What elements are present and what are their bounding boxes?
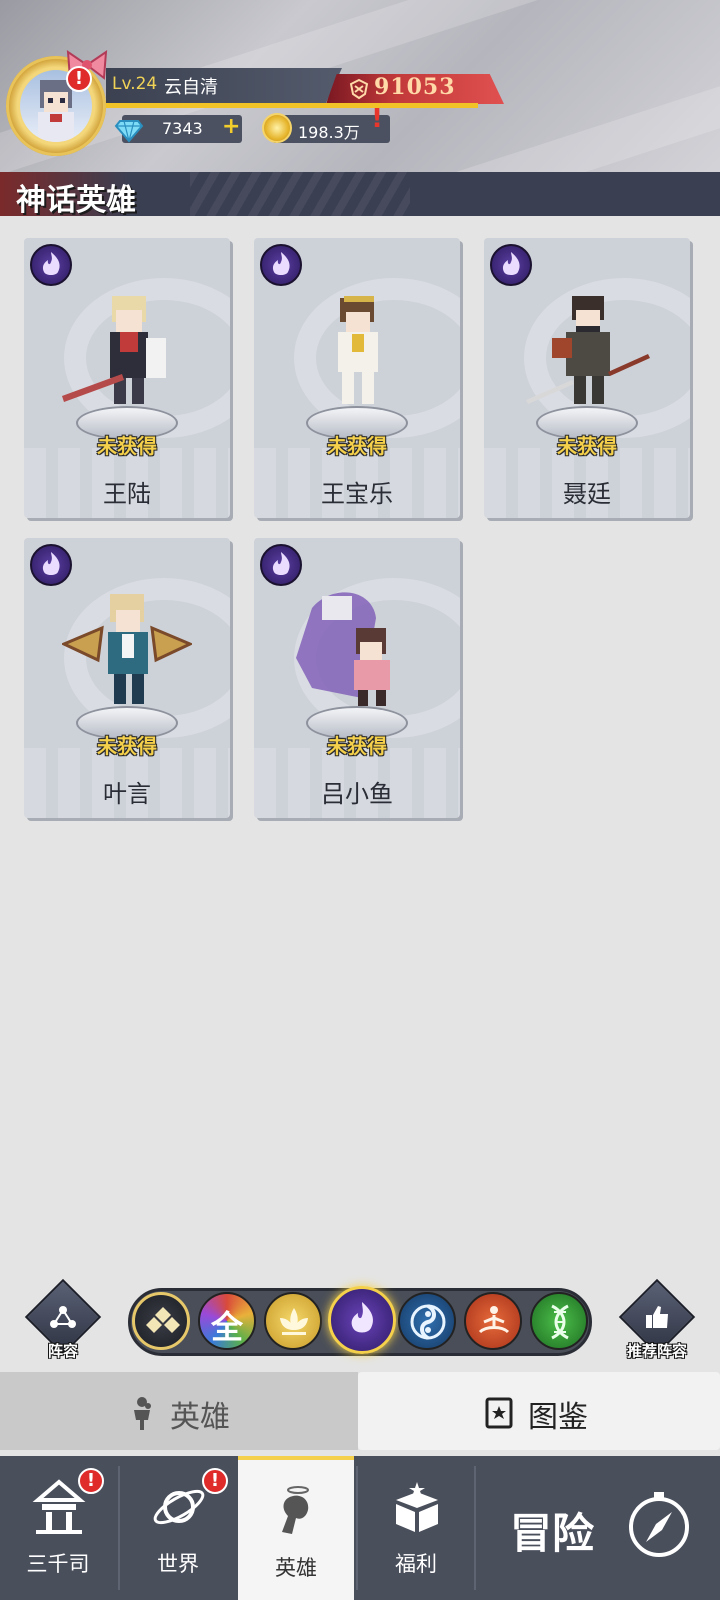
section-title: 神话英雄 (16, 183, 136, 218)
lotus-icon (280, 1308, 308, 1335)
hero-name: 王陆 (103, 480, 151, 508)
hero-sprite (62, 594, 192, 704)
player-avatar[interactable] (6, 50, 108, 156)
tab-codex[interactable]: 图鉴 (358, 1372, 720, 1450)
star-book-icon (485, 1397, 513, 1429)
gold-value: 198.3万 (298, 123, 360, 142)
meditation-icon (478, 1306, 510, 1334)
dna-icon (551, 1304, 569, 1340)
mythic-element-icon (260, 244, 302, 286)
tab-heroes-label: 英雄 (170, 1400, 230, 1435)
power-underline (106, 103, 478, 108)
mythic-element-icon (30, 544, 72, 586)
filter-all[interactable]: 全 (198, 1292, 256, 1350)
filter-basic[interactable] (132, 1292, 190, 1350)
filter-dna[interactable] (530, 1292, 588, 1350)
gold-coin-icon (262, 113, 292, 143)
diamond-icon (114, 120, 144, 143)
yin-yang-swirl-icon (410, 1304, 446, 1340)
hero-name: 吕小鱼 (321, 780, 393, 808)
hero-figure-icon (134, 1397, 151, 1430)
hero-sprite (526, 296, 650, 404)
hero-name: 王宝乐 (321, 480, 393, 508)
nav-item-heroes-active[interactable]: 英雄 (238, 1456, 354, 1600)
nav-alert-badge: ! (202, 1468, 228, 1494)
tab-heroes[interactable]: 英雄 (0, 1372, 358, 1450)
filter-mythic-selected[interactable] (328, 1286, 396, 1354)
hero-status: 未获得 (327, 734, 387, 758)
gold-alert-icon: ! (371, 104, 383, 134)
recommended-label: 推荐阵容 (626, 1342, 687, 1360)
thumbs-up-icon (646, 1306, 668, 1328)
nav-item-sanqiansi[interactable]: 三千司 ! (0, 1456, 116, 1600)
adventure-button[interactable]: 冒险 (476, 1456, 720, 1600)
player-level: Lv.24 (112, 74, 158, 94)
nav-label: 世界 (157, 1552, 199, 1576)
planet-icon (153, 1489, 205, 1525)
section-header: 神话英雄 (0, 172, 720, 218)
hero-status: 未获得 (97, 734, 157, 758)
mythic-element-icon (490, 244, 532, 286)
hero-name: 聂廷 (563, 480, 611, 508)
player-namebar: Lv.24 云自清 (106, 68, 342, 104)
mythic-element-icon (30, 244, 72, 286)
nav-item-welfare[interactable]: 福利 (358, 1456, 474, 1600)
lineup-button[interactable]: 阵容 (24, 1278, 102, 1364)
mythic-element-icon (260, 544, 302, 586)
combat-power-icon (349, 78, 369, 100)
hero-card[interactable]: 未获得 王陆 (24, 238, 230, 518)
gift-box-icon (396, 1482, 438, 1532)
section-decoration (190, 172, 410, 216)
combat-power-value: 91053 (374, 74, 456, 100)
filter-all-label: 全 (210, 1308, 243, 1346)
hero-card[interactable]: 未获得 叶言 (24, 538, 230, 818)
network-icon (50, 1306, 76, 1328)
nav-item-world[interactable]: 世界 ! (120, 1456, 236, 1600)
gem-value: 7343 (162, 119, 203, 138)
top-header: ! Lv.24 云自清 91053 7343 + 198.3万 ! (0, 0, 720, 175)
hero-sprite (62, 296, 166, 404)
add-gems-icon[interactable]: + (222, 114, 240, 139)
tab-codex-label: 图鉴 (528, 1400, 588, 1435)
compass-icon (629, 1492, 689, 1557)
diamond-shapes-icon (146, 1307, 180, 1333)
purple-flame-icon (351, 1302, 373, 1333)
adventure-label: 冒险 (510, 1509, 595, 1558)
hero-name: 叶言 (103, 780, 151, 808)
nav-label: 三千司 (26, 1552, 90, 1576)
nav-label: 英雄 (275, 1556, 317, 1580)
hero-status: 未获得 (97, 434, 157, 458)
avatar-alert-badge: ! (66, 66, 92, 92)
hero-card[interactable]: 未获得 聂廷 (484, 238, 690, 518)
lineup-label: 阵容 (47, 1342, 78, 1360)
hero-status: 未获得 (327, 434, 387, 458)
hero-status: 未获得 (557, 434, 617, 458)
hero-card[interactable]: 未获得 吕小鱼 (254, 538, 460, 818)
filter-water[interactable] (398, 1292, 456, 1350)
filter-meditation[interactable] (464, 1292, 522, 1350)
bottom-navigation: 三千司 ! 世界 ! 英雄 福利 冒险 (0, 1456, 720, 1600)
nav-alert-badge: ! (78, 1468, 104, 1494)
hero-sprite (296, 592, 390, 706)
nav-label: 福利 (395, 1552, 437, 1576)
hero-card[interactable]: 未获得 王宝乐 (254, 238, 460, 518)
player-name: 云自清 (164, 77, 218, 98)
hero-sprite (338, 296, 378, 404)
filter-lotus[interactable] (264, 1292, 322, 1350)
recommended-lineup-button[interactable]: 推荐阵容 (618, 1278, 696, 1364)
hero-silhouette-icon (282, 1486, 309, 1534)
